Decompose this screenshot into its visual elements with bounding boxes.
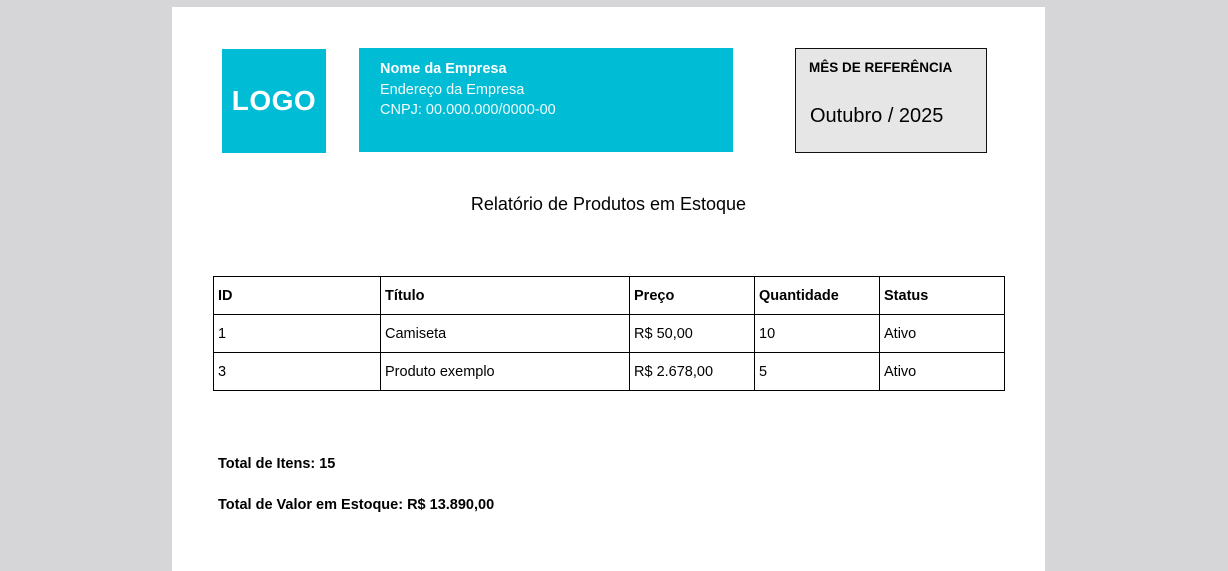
table-row: 1 Camiseta R$ 50,00 10 Ativo bbox=[213, 314, 1005, 353]
reference-month-value: Outubro / 2025 bbox=[810, 105, 944, 127]
cell-status: Ativo bbox=[879, 314, 1005, 353]
report-page: LOGO Nome da Empresa Endereço da Empresa… bbox=[172, 7, 1045, 571]
company-cnpj: CNPJ: 00.000.000/0000-00 bbox=[380, 102, 556, 118]
table-header-row: ID Título Preço Quantidade Status bbox=[213, 276, 1005, 315]
header-price: Preço bbox=[629, 276, 755, 315]
cell-price: R$ 2.678,00 bbox=[629, 352, 755, 391]
cell-quantity: 5 bbox=[754, 352, 880, 391]
cell-id: 3 bbox=[213, 352, 381, 391]
reference-month-label: MÊS DE REFERÊNCIA bbox=[809, 60, 953, 75]
header-status: Status bbox=[879, 276, 1005, 315]
cell-title: Camiseta bbox=[380, 314, 630, 353]
logo-text: LOGO bbox=[231, 85, 317, 116]
header-quantity: Quantidade bbox=[754, 276, 880, 315]
cell-price: R$ 50,00 bbox=[629, 314, 755, 353]
company-address: Endereço da Empresa bbox=[380, 81, 525, 98]
header-id: ID bbox=[213, 276, 381, 315]
reference-month-box: MÊS DE REFERÊNCIA Outubro / 2025 bbox=[795, 48, 987, 153]
company-name: Nome da Empresa bbox=[380, 61, 507, 77]
cell-title: Produto exemplo bbox=[380, 352, 630, 391]
report-title: Relatório de Produtos em Estoque bbox=[470, 194, 747, 214]
cell-id: 1 bbox=[213, 314, 381, 353]
cell-quantity: 10 bbox=[754, 314, 880, 353]
company-logo: LOGO bbox=[222, 49, 326, 153]
company-info-box: Nome da Empresa Endereço da Empresa CNPJ… bbox=[359, 48, 733, 152]
total-items: Total de Itens: 15 bbox=[218, 456, 336, 472]
cell-status: Ativo bbox=[879, 352, 1005, 391]
products-table: ID Título Preço Quantidade Status 1 Cami… bbox=[213, 276, 1005, 391]
table-row: 3 Produto exemplo R$ 2.678,00 5 Ativo bbox=[213, 352, 1005, 391]
total-stock-value: Total de Valor em Estoque: R$ 13.890,00 bbox=[218, 497, 495, 513]
header-title: Título bbox=[380, 276, 630, 315]
